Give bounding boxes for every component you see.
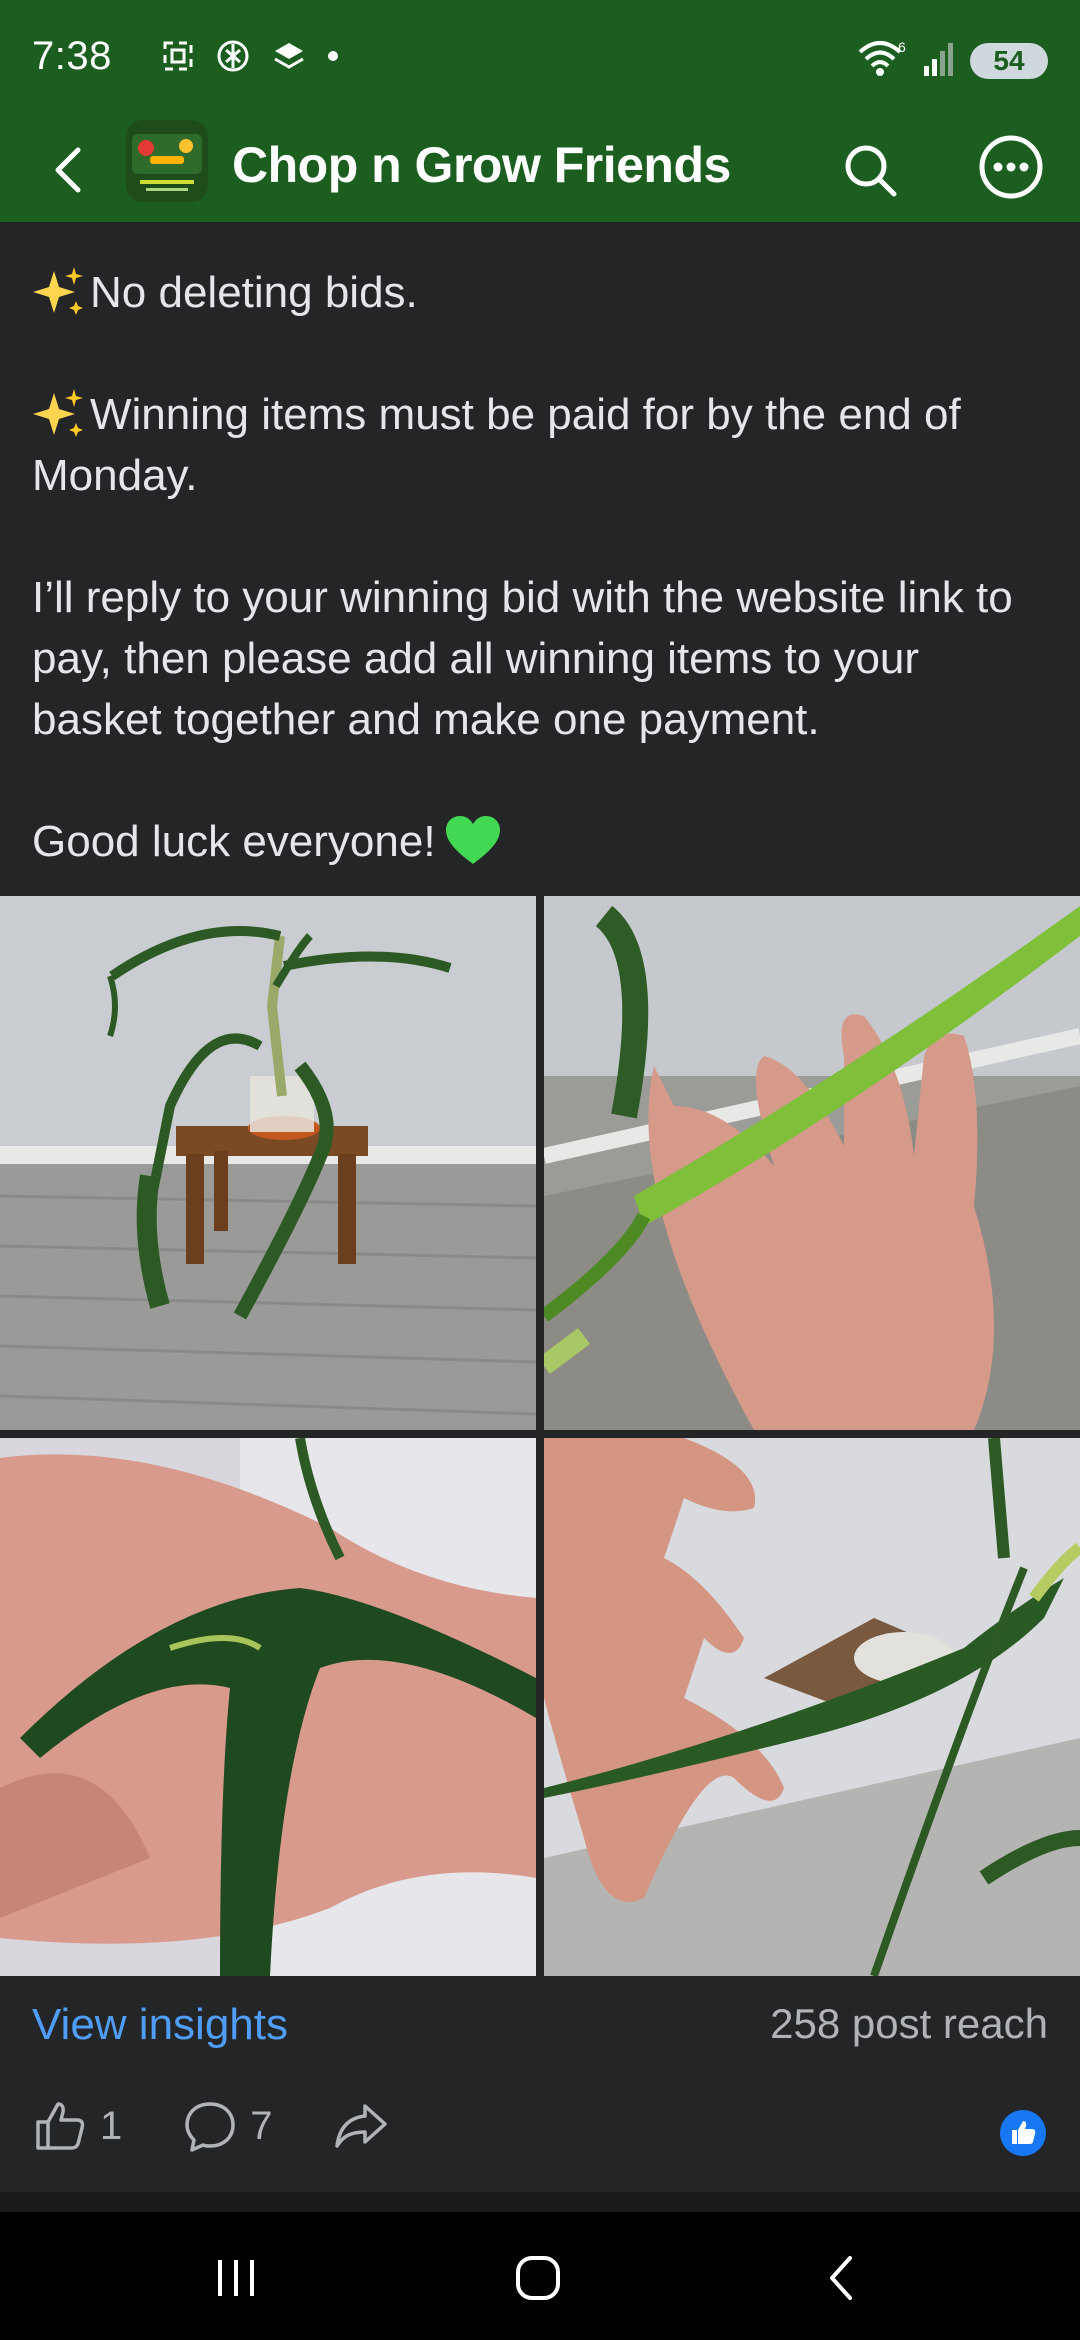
group-logo-icon [126,120,208,202]
dot-icon [326,49,340,68]
group-title[interactable]: Chop n Grow Friends [232,136,731,194]
thumbs-up-icon [36,2102,85,2150]
comment-icon [185,2102,235,2152]
status-notification-icons [160,38,340,78]
comment-count: 7 [250,2103,273,2148]
svg-text:6: 6 [898,39,906,55]
photo-grid [0,896,1080,1976]
photo-leaf-closeup[interactable] [0,1438,536,1976]
wifi-icon: 6 [856,38,908,83]
post-divider [0,2192,1080,2212]
back-button[interactable] [40,140,100,200]
like-reaction-badge[interactable] [1000,2110,1046,2156]
chatgpt-icon [214,37,252,80]
group-avatar[interactable] [126,120,208,202]
like-button[interactable]: 1 [32,2098,122,2154]
green-heart-icon [445,816,500,864]
search-button[interactable] [838,138,902,202]
sparkles-icon [33,389,83,437]
battery-indicator: 54 [970,42,1048,79]
group-header: Chop n Grow Friends [0,118,1080,222]
thumbs-up-reaction-icon [1012,2121,1036,2144]
like-count: 1 [100,2103,123,2148]
post-body: No deleting bids. Winning items must be … [32,262,1052,872]
status-time: 7:38 [32,34,112,78]
chevron-left-icon [55,147,81,193]
status-bar: 7:38 6 54 [0,0,1080,118]
home-icon [516,2256,560,2300]
post-text-rule-1: No deleting bids. [90,268,418,317]
comment-button[interactable]: 7 [182,2098,273,2154]
share-icon [334,2104,387,2148]
screenshot-icon [160,38,196,79]
search-icon [845,145,897,197]
post-reach: 258 post reach [770,2000,1048,2047]
post-line: No deleting bids. [32,262,1052,323]
more-options-button[interactable] [976,132,1046,202]
sparkles-icon [33,267,83,315]
post-line: Winning items must be paid for by the en… [32,384,1052,506]
photo-leaf-side[interactable] [544,1438,1080,1976]
stack-app-icon [270,37,308,80]
recent-apps-icon [218,2260,254,2296]
post-text-signoff: Good luck everyone! [32,817,436,866]
photo-plant-on-stool[interactable] [0,896,536,1430]
back-chevron-icon [830,2256,852,2300]
signal-icon [922,40,956,81]
post-line: Good luck everyone! [32,811,1052,872]
view-insights-link[interactable]: View insights [32,2000,288,2050]
post-actions: 1 7 [32,2098,461,2154]
post-text-rule-2: Winning items must be paid for by the en… [32,390,961,500]
share-button[interactable] [333,2098,401,2154]
system-navigation-bar [0,2212,1080,2340]
recent-apps-button[interactable] [206,2250,266,2306]
more-icon [979,135,1043,199]
post-text-instructions: I’ll reply to your winning bid with the … [32,573,1013,744]
home-button[interactable] [508,2250,568,2306]
system-back-button[interactable] [812,2250,872,2306]
photo-leaf-on-hand[interactable] [544,896,1080,1430]
